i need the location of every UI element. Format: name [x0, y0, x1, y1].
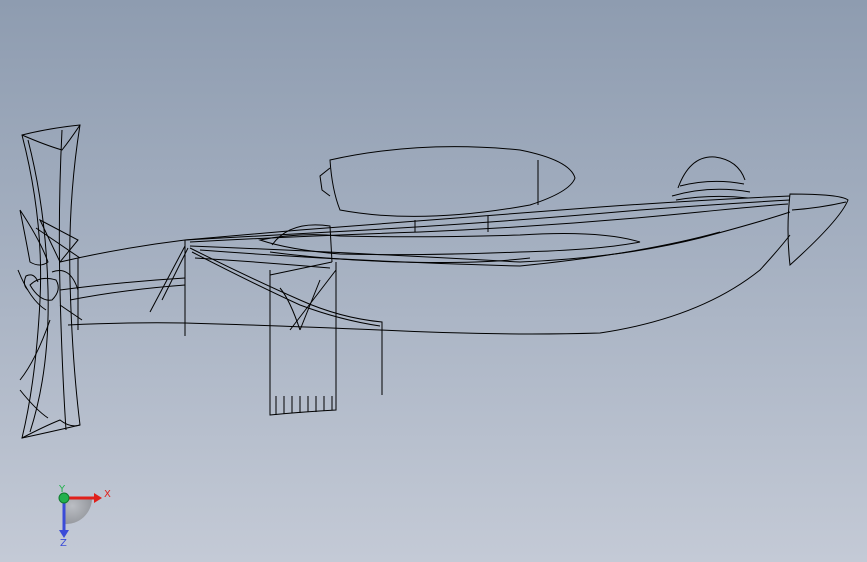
- canopy: [671, 156, 751, 201]
- wireframe-model[interactable]: [0, 0, 867, 562]
- y-axis-label: Y: [58, 484, 66, 495]
- propeller: [17, 124, 83, 439]
- axis-triad[interactable]: X Y Z: [40, 478, 120, 548]
- x-axis-label: X: [104, 489, 111, 500]
- z-axis-label: Z: [60, 538, 67, 548]
- cad-viewport[interactable]: X Y Z: [0, 0, 867, 562]
- nose-cone: [787, 193, 849, 267]
- fuselage: [59, 195, 791, 336]
- triad-shadow: [64, 498, 93, 525]
- wing-float: [319, 146, 576, 217]
